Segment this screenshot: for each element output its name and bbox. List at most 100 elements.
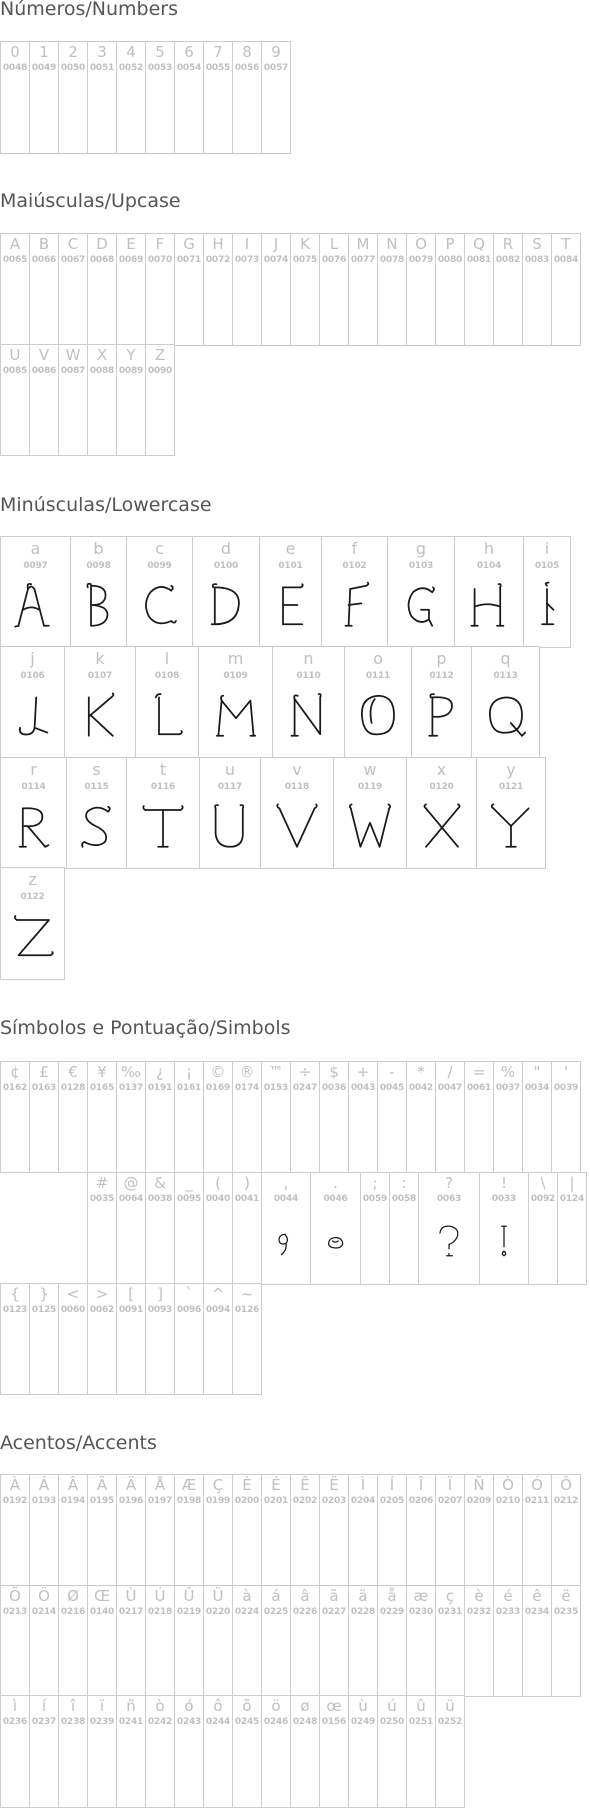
- char-label: è: [474, 1587, 484, 1605]
- char-code: 0251: [408, 1717, 434, 1727]
- char-cell: ô 0244: [203, 1695, 233, 1808]
- char-code: 0072: [205, 255, 231, 265]
- glyph-stroke: [21, 606, 40, 611]
- glyph-stroke: [292, 694, 299, 700]
- glyph-stroke: [89, 604, 108, 627]
- char-cell: 2 0050: [58, 41, 88, 154]
- char-code: 0040: [205, 1194, 231, 1204]
- char-code: 0118: [284, 782, 310, 792]
- char-cell: h 0104: [454, 536, 524, 648]
- char-cell: v 0118: [260, 757, 334, 869]
- char-cell: ; 0059: [360, 1172, 390, 1285]
- glyph-stroke: [13, 624, 19, 628]
- glyph-stroke: [13, 915, 18, 921]
- char-label: f: [351, 539, 358, 558]
- char-label: Û: [183, 1587, 195, 1605]
- char-label: V: [38, 346, 50, 364]
- char-label: h: [483, 539, 495, 558]
- char-label: L: [329, 235, 339, 253]
- char-code: 0174: [234, 1083, 260, 1093]
- char-code: 0246: [263, 1717, 289, 1727]
- glyph-q-figure: [488, 696, 526, 737]
- glyph-stroke: [169, 584, 174, 592]
- char-label: ÷: [298, 1063, 312, 1081]
- char-cell: [0091: [116, 1283, 146, 1395]
- glyph-stroke: [423, 803, 427, 810]
- char-cell: Ü 0220: [203, 1585, 233, 1697]
- char-label: e: [285, 539, 296, 558]
- char-cell: M 0077: [348, 233, 378, 346]
- char-code: 0161: [176, 1083, 202, 1093]
- char-label: ù: [358, 1697, 368, 1715]
- char-cell: ! 0033: [479, 1172, 529, 1285]
- char-code: 0224: [234, 1607, 260, 1617]
- char-cell: ¡ 0161: [174, 1061, 204, 1173]
- glyph-stroke: [18, 726, 24, 736]
- char-label: <: [66, 1285, 80, 1303]
- char-label: p: [436, 649, 447, 668]
- char-cell: ê 0234: [522, 1585, 552, 1697]
- char-label: œ: [326, 1697, 342, 1715]
- char-cell: O 0079: [406, 233, 436, 346]
- glyph-m-figure: [215, 694, 256, 737]
- char-label: ë: [561, 1587, 571, 1605]
- char-cell: W 0087: [58, 344, 88, 456]
- char-cell: p 0112: [411, 646, 472, 758]
- char-code: 0244: [205, 1717, 231, 1727]
- char-cell: i 0105: [523, 536, 571, 648]
- char-code: 0069: [118, 255, 144, 265]
- char-code: 0165: [89, 1083, 115, 1093]
- char-code: 0035: [89, 1194, 115, 1204]
- char-cell: î 0238: [58, 1695, 88, 1808]
- char-label: æ: [413, 1587, 429, 1605]
- glyph-z-figure: [13, 915, 54, 957]
- char-cell: t 0116: [126, 757, 200, 869]
- char-cell: : 0058: [389, 1172, 419, 1285]
- char-code: 0090: [147, 366, 173, 376]
- char-cell: <0060: [58, 1283, 88, 1395]
- char-label: €: [68, 1063, 78, 1081]
- char-label: Ê: [300, 1476, 310, 1494]
- char-label: ø: [300, 1697, 310, 1715]
- char-label: Ô: [560, 1476, 572, 1494]
- char-cell: c 0099: [126, 536, 193, 648]
- char-cell: ÷ 0247: [290, 1061, 320, 1173]
- char-code: 0108: [154, 671, 180, 681]
- char-cell: Ñ 0209: [464, 1474, 494, 1586]
- char-label: ]: [157, 1285, 163, 1303]
- char-code: 0238: [60, 1717, 86, 1727]
- glyph-comma-figure: [278, 1233, 289, 1256]
- char-label: ú: [387, 1697, 397, 1715]
- char-code: 0046: [323, 1194, 348, 1204]
- char-cell: F 0070: [145, 233, 175, 346]
- char-code: 0045: [379, 1083, 405, 1093]
- char-code: 0057: [263, 63, 289, 73]
- char-code: 0115: [84, 782, 109, 792]
- char-label: }: [39, 1285, 49, 1303]
- char-label: Ú: [154, 1587, 166, 1605]
- char-label: q: [500, 649, 511, 668]
- char-code: 0212: [553, 1496, 579, 1506]
- char-code: 0089: [118, 366, 144, 376]
- char-code: 0078: [379, 255, 405, 265]
- char-code: 0242: [147, 1717, 173, 1727]
- char-code: 0061: [466, 1083, 492, 1093]
- char-code: 0112: [429, 671, 454, 681]
- char-code: 0194: [60, 1496, 86, 1506]
- char-label: -: [389, 1063, 395, 1081]
- char-label: ¥: [97, 1063, 107, 1081]
- char-label: d: [220, 539, 232, 558]
- char-code: 0228: [350, 1607, 376, 1617]
- char-label: È: [242, 1476, 252, 1494]
- glyph-stroke: [154, 693, 162, 699]
- char-cell: j 0106: [0, 646, 65, 758]
- char-cell: ] 0093: [145, 1283, 175, 1395]
- char-code: 0034: [524, 1083, 550, 1093]
- char-cell: €0128: [58, 1061, 88, 1173]
- char-cell: Ä 0196: [116, 1474, 146, 1586]
- char-code: 0063: [436, 1194, 462, 1204]
- char-code: 0217: [118, 1607, 144, 1617]
- char-code: 0204: [350, 1496, 376, 1506]
- char-cell: Ô 0212: [551, 1474, 581, 1586]
- char-cell: & 0038: [145, 1172, 175, 1285]
